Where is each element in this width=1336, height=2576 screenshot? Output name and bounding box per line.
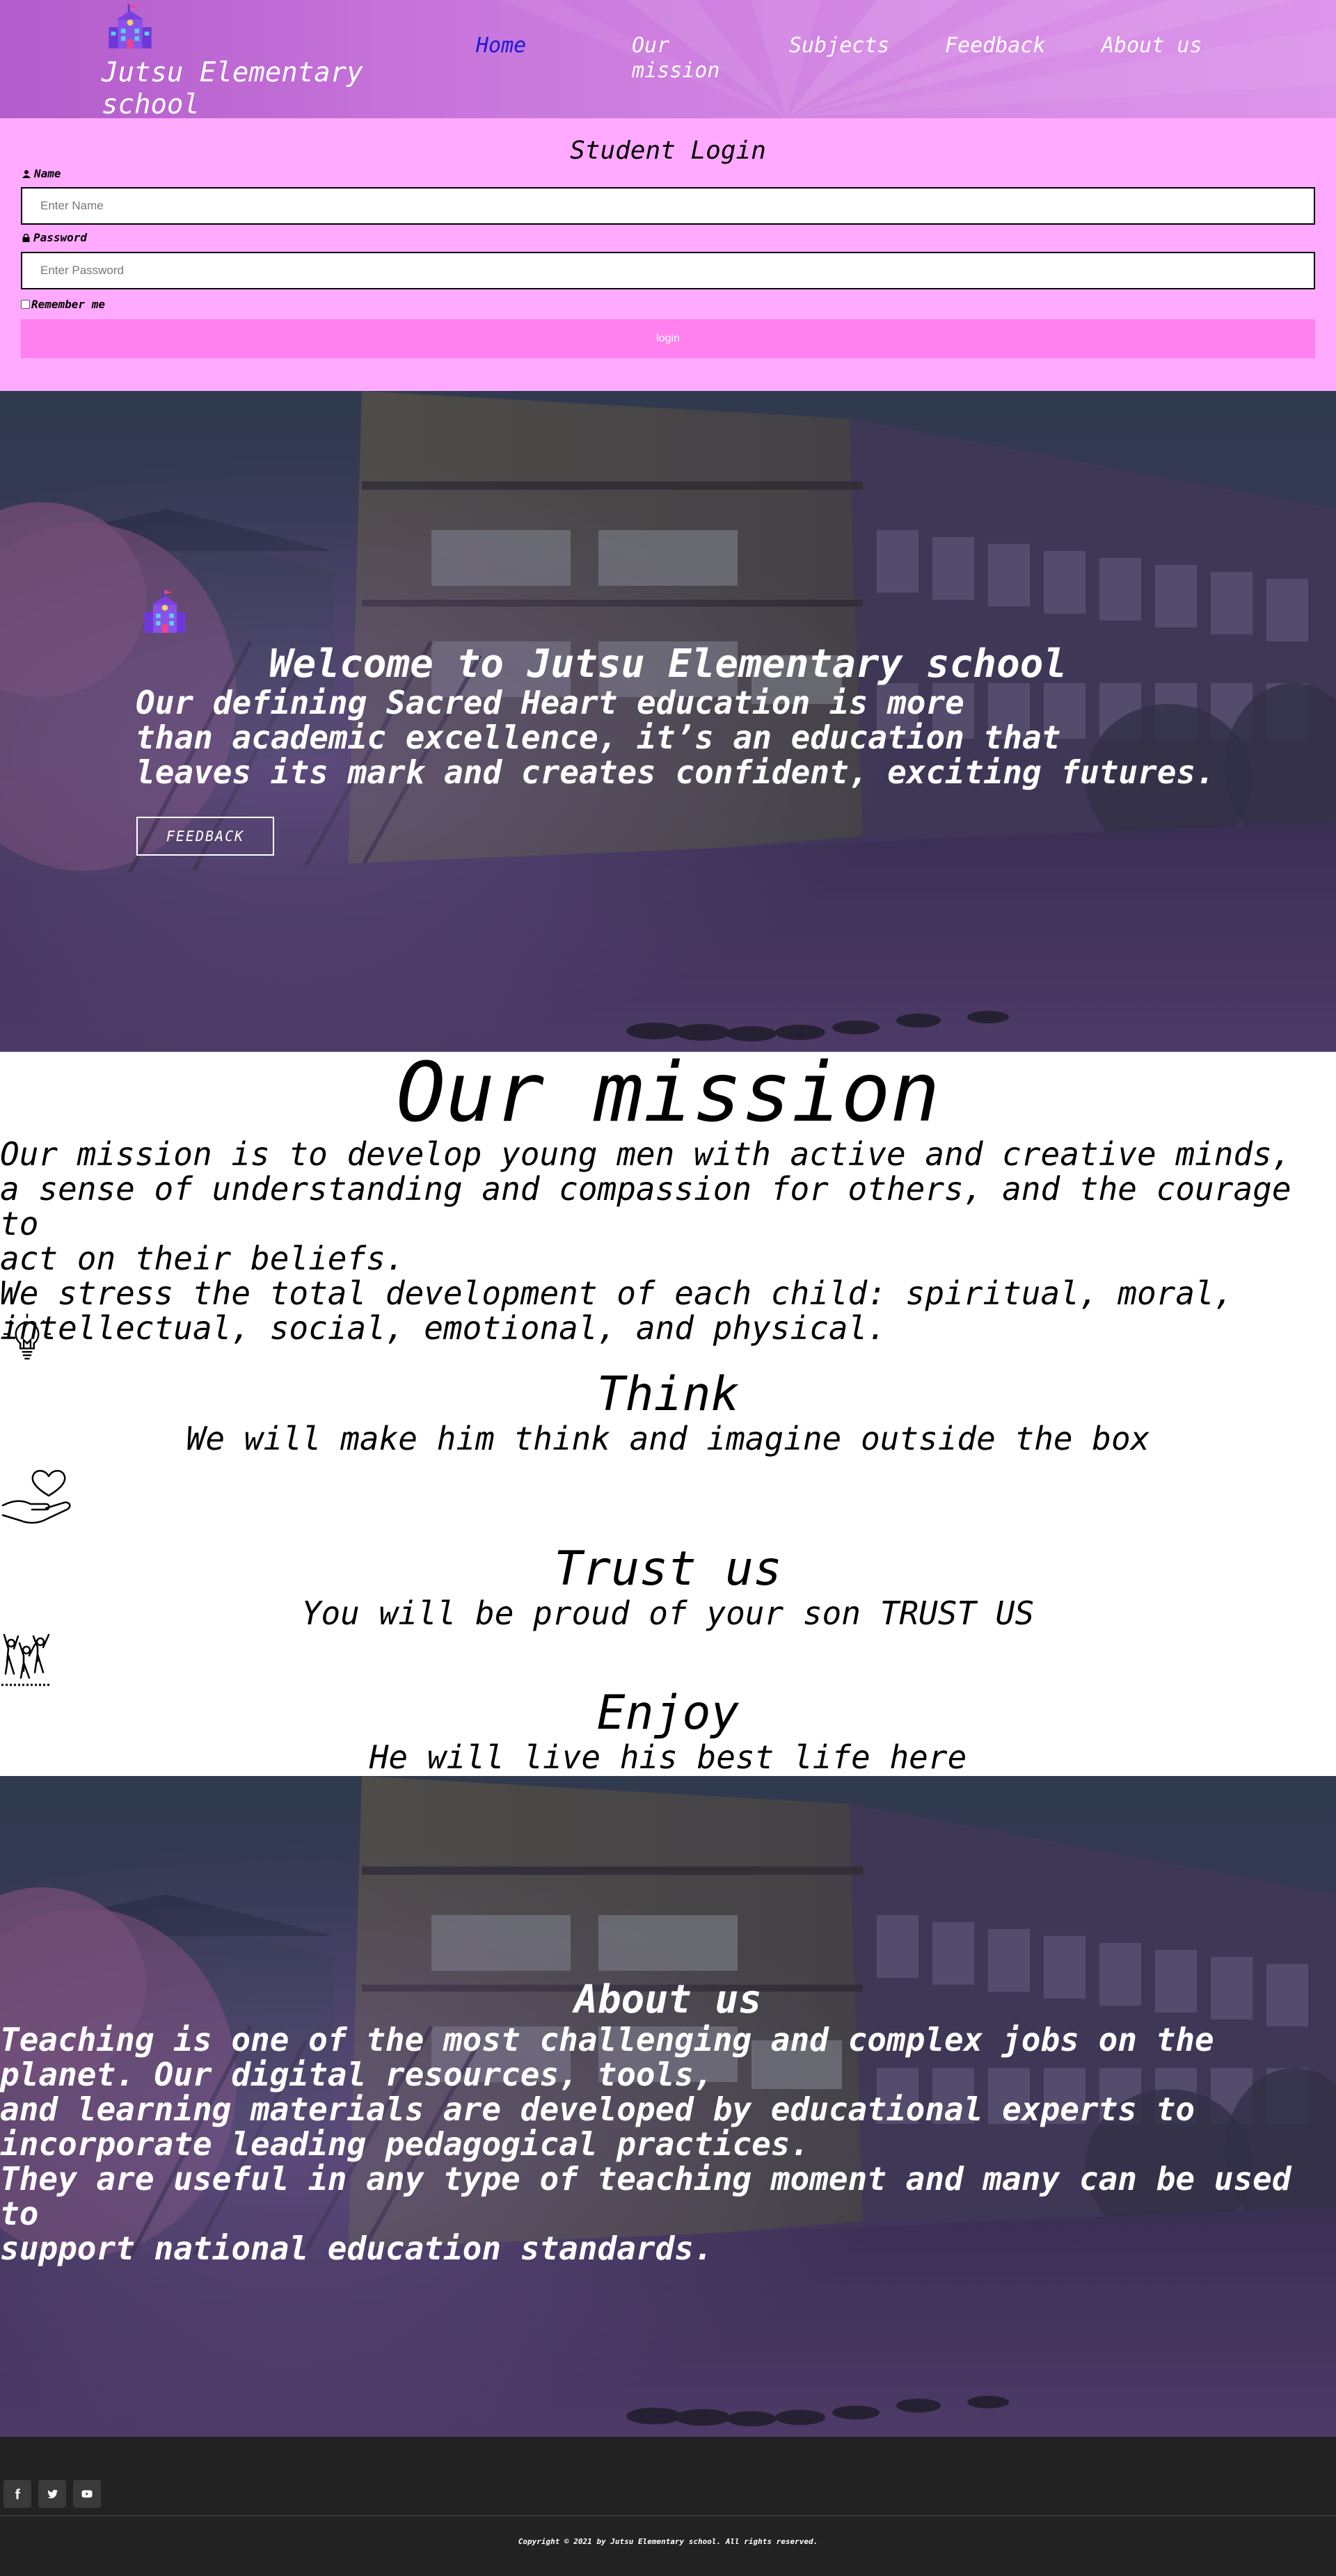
facebook-link[interactable] xyxy=(3,2480,31,2508)
feature-text-think: We will make him think and imagine outsi… xyxy=(186,1420,1150,1457)
password-input[interactable] xyxy=(21,252,1315,289)
site-header: Jutsu Elementary school Home Our mission… xyxy=(0,0,1336,118)
mission-title: Our mission xyxy=(396,1044,940,1140)
remember-me-checkbox[interactable] xyxy=(21,300,30,309)
nav-subjects[interactable]: Subjects xyxy=(789,33,890,58)
copyright-text: Copyright © 2021 by Jutsu Elementary sch… xyxy=(518,2537,818,2546)
feature-title-enjoy: Enjoy xyxy=(596,1686,740,1741)
password-label-text: Password xyxy=(33,231,88,244)
footer-divider xyxy=(0,2515,1336,2516)
people-celebrating-icon xyxy=(1,1633,50,1686)
name-input[interactable] xyxy=(21,187,1315,225)
mission-text: Our mission is to develop young men with… xyxy=(0,1135,1291,1347)
feature-title-trust: Trust us xyxy=(554,1542,782,1597)
facebook-icon xyxy=(15,2488,21,2499)
lightbulb-icon xyxy=(3,1313,51,1360)
about-title: About us xyxy=(574,1977,762,2022)
nav-feedback[interactable]: Feedback xyxy=(945,33,1046,58)
hero-title: Welcome to Jutsu Elementary school xyxy=(269,641,1067,687)
password-label: Password xyxy=(22,231,87,244)
login-button[interactable]: login xyxy=(21,319,1315,358)
name-label-text: Name xyxy=(34,167,61,180)
user-icon xyxy=(22,170,31,178)
remember-me-label: Remember me xyxy=(31,298,105,311)
feature-text-trust: You will be proud of your son TRUST US xyxy=(301,1594,1035,1632)
remember-me[interactable]: Remember me xyxy=(21,298,105,311)
hero-subtitle: Our defining Sacred Heart education is m… xyxy=(136,684,1215,791)
lock-icon xyxy=(22,233,30,242)
nav-about-us[interactable]: About us xyxy=(1102,33,1202,58)
school-building-icon xyxy=(144,590,186,633)
youtube-link[interactable] xyxy=(73,2480,101,2508)
feature-text-enjoy: He will live his best life here xyxy=(369,1738,967,1776)
login-title: Student Login xyxy=(570,136,766,165)
feedback-button[interactable]: FEEDBACK xyxy=(136,817,274,856)
twitter-link[interactable] xyxy=(38,2480,66,2508)
heart-hand-icon xyxy=(1,1470,71,1524)
nav-our-mission[interactable]: Our mission xyxy=(632,33,719,83)
student-login-form: Student Login Name Password Remember me … xyxy=(0,118,1336,391)
about-text: Teaching is one of the most challenging … xyxy=(0,2021,1291,2267)
main-nav: Home Our mission Subjects Feedback About… xyxy=(0,33,1336,89)
youtube-icon xyxy=(81,2490,93,2498)
twitter-icon xyxy=(47,2489,58,2499)
name-label: Name xyxy=(22,167,61,180)
feature-title-think: Think xyxy=(596,1367,740,1422)
nav-home[interactable]: Home xyxy=(476,33,526,58)
site-footer: Copyright © 2021 by Jutsu Elementary sch… xyxy=(0,2437,1336,2576)
